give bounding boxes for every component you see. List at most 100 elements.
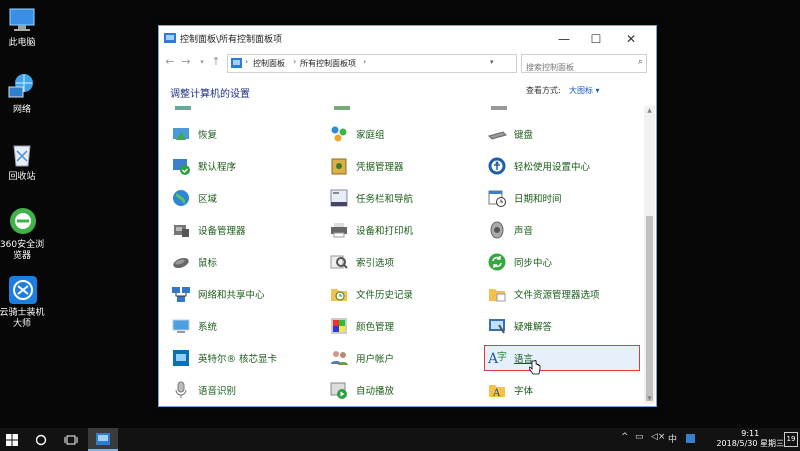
cp-item-sound[interactable]: 声音 — [487, 218, 533, 242]
taskbar: ^ ▭ ◁× 中 9:11 2018/5/30 星期三 19 — [0, 428, 800, 451]
cp-item-speech-recognition[interactable]: 语音识别 — [171, 378, 236, 402]
cp-item-troubleshooting[interactable]: 疑难解答 — [487, 314, 552, 338]
window-title: 控制面板\所有控制面板项 — [180, 35, 283, 45]
cp-item-autoplay[interactable]: 自动播放 — [329, 378, 394, 402]
credential-vault-icon — [329, 156, 349, 176]
users-icon — [329, 348, 349, 368]
cp-item-mouse[interactable]: 鼠标 — [171, 250, 217, 274]
notification-center-button[interactable]: 19 — [784, 432, 798, 447]
troubleshooting-icon — [487, 316, 507, 336]
cp-item-keyboard[interactable]: 键盘 — [487, 122, 533, 146]
cp-item-language[interactable]: A字 语言 — [484, 345, 640, 371]
cp-item-region[interactable]: 区域 — [171, 186, 217, 210]
cp-item-system[interactable]: 系统 — [171, 314, 217, 338]
svg-text:A: A — [492, 388, 501, 399]
desktop-icon-recycle-bin[interactable]: 回收站 — [0, 138, 46, 183]
up-arrow-icon[interactable]: ↑ — [209, 55, 223, 69]
item-label: 网络和共享中心 — [198, 290, 265, 301]
network-sharing-icon — [171, 284, 191, 304]
cp-item-indexing-options[interactable]: 索引选项 — [329, 250, 394, 274]
cp-item-devices-printers[interactable]: 设备和打印机 — [329, 218, 413, 242]
partial-item-icon — [334, 106, 350, 110]
item-label: 系统 — [198, 322, 218, 333]
cp-item-intel-graphics[interactable]: 英特尔® 核芯显卡 — [171, 346, 277, 370]
forward-arrow-icon[interactable]: → — [179, 55, 193, 69]
view-by-label: 查看方式: — [526, 86, 561, 95]
language-icon: A字 — [487, 348, 507, 368]
close-button[interactable]: ✕ — [615, 26, 647, 51]
tray-expand-icon[interactable]: ^ — [621, 432, 629, 442]
scroll-up-icon[interactable]: ▲ — [644, 106, 655, 116]
cp-item-default-programs[interactable]: 默认程序 — [171, 154, 236, 178]
title-bar[interactable]: 控制面板\所有控制面板项 — ☐ ✕ — [159, 26, 656, 51]
item-label: 日期和时间 — [514, 194, 562, 205]
back-arrow-icon[interactable]: ← — [163, 55, 177, 69]
cp-item-credential-manager[interactable]: 凭据管理器 — [329, 154, 404, 178]
cp-item-color-management[interactable]: 颜色管理 — [329, 314, 394, 338]
scroll-down-icon[interactable]: ▼ — [644, 394, 655, 404]
cp-item-date-time[interactable]: 日期和时间 — [487, 186, 562, 210]
cp-item-homegroup[interactable]: 家庭组 — [329, 122, 385, 146]
vertical-scrollbar[interactable]: ▲ ▼ — [644, 106, 655, 404]
desktop-icon-label: 回收站 — [8, 172, 36, 182]
cortana-button[interactable] — [30, 428, 52, 451]
address-dropdown-icon[interactable]: ▾ — [490, 58, 494, 66]
item-label: 字体 — [514, 386, 534, 397]
partial-item-icon — [175, 106, 191, 110]
recent-dropdown-icon[interactable]: ▾ — [195, 55, 209, 69]
microphone-icon — [171, 380, 191, 400]
view-by-dropdown[interactable]: 大图标 ▾ — [569, 85, 600, 96]
network-tray-icon[interactable]: ▭ — [635, 432, 644, 442]
control-panel-icon — [231, 58, 242, 68]
keyboard-icon — [487, 124, 507, 144]
cp-item-user-accounts[interactable]: 用户帐户 — [329, 346, 394, 370]
item-label: 鼠标 — [198, 258, 218, 269]
page-title: 调整计算机的设置 — [170, 89, 250, 100]
search-icon[interactable]: ⌕ — [638, 57, 643, 67]
computer-icon — [6, 4, 38, 36]
start-button[interactable] — [0, 428, 24, 451]
clock-date: 2018/5/30 星期三 — [716, 439, 784, 448]
breadcrumb-control-panel[interactable]: 控制面板 — [253, 58, 285, 69]
desktop-icon-yunqishi[interactable]: 云骑士装机大师 — [0, 274, 46, 330]
desktop-icon-label: 云骑士装机大师 — [0, 308, 45, 329]
windows-logo-icon — [6, 433, 18, 446]
autoplay-icon — [329, 380, 349, 400]
calendar-clock-icon — [487, 188, 507, 208]
search-circle-icon — [35, 434, 47, 445]
task-view-button[interactable] — [60, 428, 82, 451]
app-tray-icon[interactable] — [686, 434, 695, 443]
cp-item-recovery[interactable]: 恢复 — [171, 122, 217, 146]
desktop-icon-network[interactable]: 网络 — [0, 71, 46, 116]
cp-item-network-sharing[interactable]: 网络和共享中心 — [171, 282, 265, 306]
cp-item-file-explorer-options[interactable]: 文件资源管理器选项 — [487, 282, 600, 306]
cp-item-taskbar-navigation[interactable]: 任务栏和导航 — [329, 186, 413, 210]
cp-item-device-manager[interactable]: 设备管理器 — [171, 218, 246, 242]
ime-indicator[interactable]: 中 — [668, 432, 677, 445]
system-icon — [171, 316, 191, 336]
file-history-icon — [329, 284, 349, 304]
cp-item-file-history[interactable]: 文件历史记录 — [329, 282, 413, 306]
search-input[interactable] — [522, 60, 626, 75]
desktop-icon-this-pc[interactable]: 此电脑 — [0, 4, 46, 49]
minimize-button[interactable]: — — [548, 26, 580, 51]
breadcrumb-all-items[interactable]: 所有控制面板项 — [300, 58, 356, 69]
cp-item-ease-of-access[interactable]: 轻松使用设置中心 — [487, 154, 590, 178]
cp-item-fonts[interactable]: A 字体 — [487, 378, 533, 402]
ease-of-access-icon — [487, 156, 507, 176]
maximize-button[interactable]: ☐ — [580, 26, 612, 51]
clock-time: 9:11 — [741, 429, 760, 438]
item-label: 任务栏和导航 — [356, 194, 414, 205]
volume-tray-icon[interactable]: ◁× — [651, 432, 665, 442]
control-panel-window: 控制面板\所有控制面板项 — ☐ ✕ ← → ▾ ↑ › 控制面板 › 所有控制… — [158, 25, 657, 407]
desktop-icon-360-browser[interactable]: 360安全浏览器 — [0, 206, 46, 262]
scrollbar-thumb[interactable] — [646, 216, 653, 401]
default-programs-icon — [171, 156, 191, 176]
taskbar-control-panel-button[interactable] — [88, 428, 118, 451]
cp-item-sync-center[interactable]: 同步中心 — [487, 250, 552, 274]
device-manager-icon — [171, 220, 191, 240]
address-bar[interactable]: › 控制面板 › 所有控制面板项 › ▾ — [227, 54, 517, 73]
items-grid: 恢复 默认程序 区域 设备管理器 鼠标 网络和共享中心 系统 英特尔® 核芯显卡… — [159, 106, 643, 404]
search-box[interactable]: ⌕ — [521, 54, 647, 75]
system-clock[interactable]: 9:11 2018/5/30 星期三 — [716, 429, 784, 449]
